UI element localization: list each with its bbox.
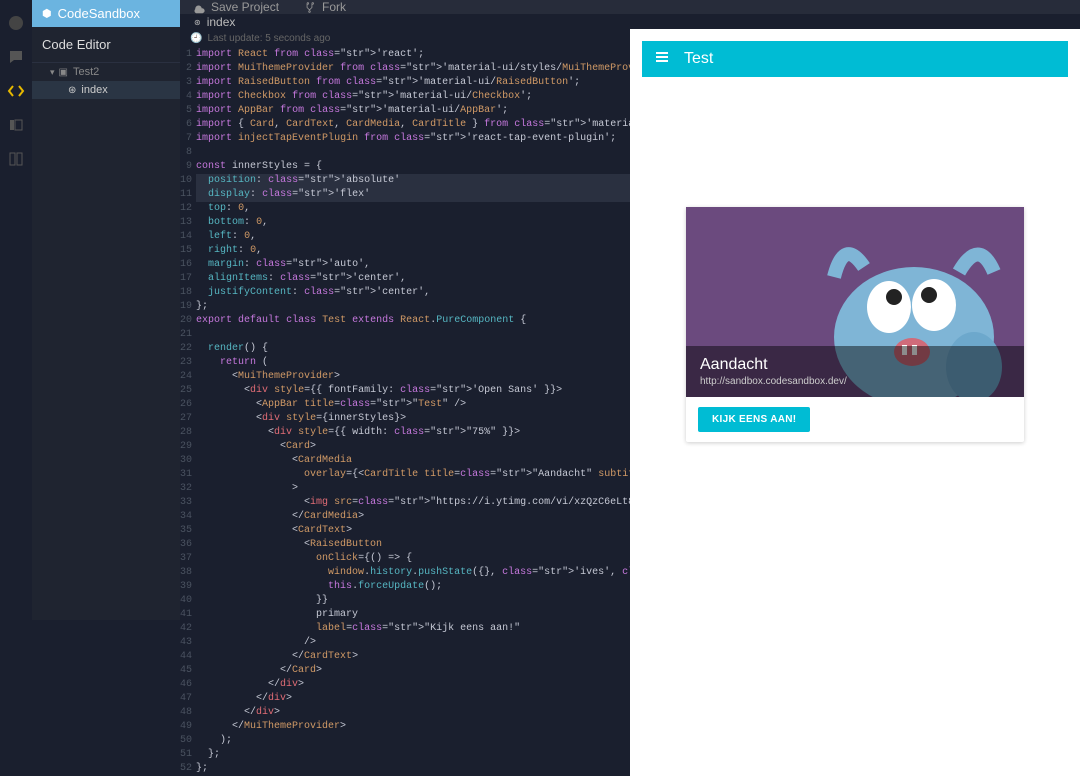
preview-body: Aandacht http://sandbox.codesandbox.dev/… [642, 77, 1068, 764]
save-label: Save Project [211, 0, 279, 14]
code-lines[interactable]: import React from class="str">'react'; i… [196, 48, 630, 776]
file-explorer-panel: ⬢ CodeSandbox Code Editor ▾ ▣ Test2 ⊛ in… [32, 0, 180, 620]
card-actions: KIJK EENS AAN! [686, 397, 1024, 442]
card-title: Aandacht [700, 356, 1010, 374]
tab-label: index [207, 15, 236, 29]
code-editor[interactable]: 1 2 3 4 5 6 7 8 9 10 11 12 13 14 15 16 1… [180, 48, 630, 776]
save-project-button[interactable]: Save Project [192, 0, 279, 14]
layout-icon[interactable] [4, 113, 28, 137]
tree-folder[interactable]: ▾ ▣ Test2 [32, 63, 180, 81]
line-gutter: 1 2 3 4 5 6 7 8 9 10 11 12 13 14 15 16 1… [180, 48, 196, 776]
preview-pane: Test [630, 29, 1080, 776]
tab-file-icon: ⊛ [194, 18, 201, 27]
clock-icon: 🕘 [190, 33, 202, 44]
fork-label: Fork [322, 0, 346, 14]
status-line: 🕘 Last update: 5 seconds ago [180, 29, 630, 48]
tab-bar: ⊛ index [180, 14, 1080, 29]
top-toolbar: Save Project Fork [180, 0, 1080, 14]
card-subtitle: http://sandbox.codesandbox.dev/ [700, 376, 1010, 387]
editor-pane: 🕘 Last update: 5 seconds ago 1 2 3 4 5 6… [180, 29, 630, 776]
status-text: Last update: 5 seconds ago [207, 33, 330, 44]
fork-button[interactable]: Fork [303, 0, 346, 14]
app-header: ⬢ CodeSandbox [32, 0, 180, 27]
raised-button[interactable]: KIJK EENS AAN! [698, 407, 810, 432]
folder-icon: ▣ [59, 67, 68, 78]
tree-file-index[interactable]: ⊛ index [32, 81, 180, 99]
logo-glyph-icon: ⬢ [42, 7, 52, 20]
file-icon: ⊛ [68, 85, 76, 96]
hamburger-icon[interactable] [654, 49, 670, 70]
activity-rail [0, 0, 32, 620]
logo-icon[interactable] [4, 11, 28, 35]
appbar-title: Test [684, 50, 713, 68]
app-name: CodeSandbox [58, 6, 140, 21]
chat-icon[interactable] [4, 45, 28, 69]
file-label: index [81, 84, 107, 96]
preview-appbar: Test [642, 41, 1068, 77]
panel-title: Code Editor [32, 27, 180, 63]
code-icon[interactable] [4, 79, 28, 103]
card-overlay: Aandacht http://sandbox.codesandbox.dev/ [686, 346, 1024, 397]
tab-index[interactable]: ⊛ index [180, 14, 249, 29]
card: Aandacht http://sandbox.codesandbox.dev/… [686, 207, 1024, 442]
book-icon[interactable] [4, 147, 28, 171]
content-row: 🕘 Last update: 5 seconds ago 1 2 3 4 5 6… [180, 29, 1080, 776]
folder-label: Test2 [73, 66, 99, 78]
chevron-down-icon: ▾ [50, 67, 55, 78]
card-media: Aandacht http://sandbox.codesandbox.dev/ [686, 207, 1024, 397]
main-area: Save Project Fork ⊛ index 🕘 Last update:… [180, 0, 1080, 620]
